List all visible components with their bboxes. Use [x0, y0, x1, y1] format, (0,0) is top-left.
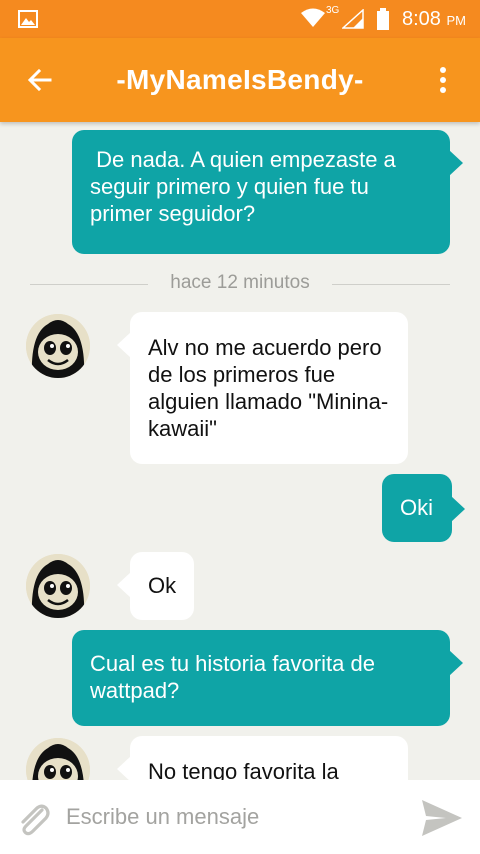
- image-icon: [18, 10, 38, 28]
- avatar[interactable]: [26, 314, 90, 378]
- bendy-avatar-icon: [26, 738, 90, 780]
- send-icon[interactable]: [420, 798, 464, 838]
- avatar[interactable]: [26, 554, 90, 618]
- status-bar: 3G 8:08 PM: [0, 0, 480, 38]
- message-outgoing[interactable]: De nada. A quien empezaste a seguir prim…: [72, 130, 463, 254]
- more-vertical-icon[interactable]: [436, 66, 450, 94]
- message-composer: [0, 780, 480, 854]
- bendy-avatar-icon: [26, 554, 90, 618]
- time-divider-label: hace 12 minutos: [170, 272, 310, 293]
- battery-icon: [377, 8, 389, 30]
- message-list[interactable]: De nada. A quien empezaste a seguir prim…: [0, 122, 480, 780]
- message-input[interactable]: [66, 800, 386, 834]
- message-incoming[interactable]: No tengo favorita la: [117, 736, 408, 780]
- chat-title: -MyNameIsBendy-: [116, 64, 364, 95]
- wifi-icon: [301, 8, 325, 27]
- divider-line: [332, 284, 450, 285]
- status-time: 8:08 PM: [402, 8, 466, 30]
- time-divider: hace 12 minutos: [30, 272, 450, 296]
- signal-icon: [342, 9, 364, 29]
- message-outgoing[interactable]: Oki: [382, 474, 465, 542]
- arrow-left-icon[interactable]: [26, 66, 54, 94]
- network-type: 3G: [326, 5, 340, 16]
- message-incoming[interactable]: Ok: [117, 552, 194, 620]
- message-outgoing[interactable]: Cual es tu historia favorita de wattpad?: [72, 630, 463, 726]
- avatar[interactable]: [26, 738, 90, 780]
- paperclip-icon[interactable]: [14, 800, 52, 838]
- message-incoming[interactable]: Alv no me acuerdo pero de los primeros f…: [117, 312, 408, 464]
- bendy-avatar-icon: [26, 314, 90, 378]
- app-bar: -MyNameIsBendy-: [0, 38, 480, 122]
